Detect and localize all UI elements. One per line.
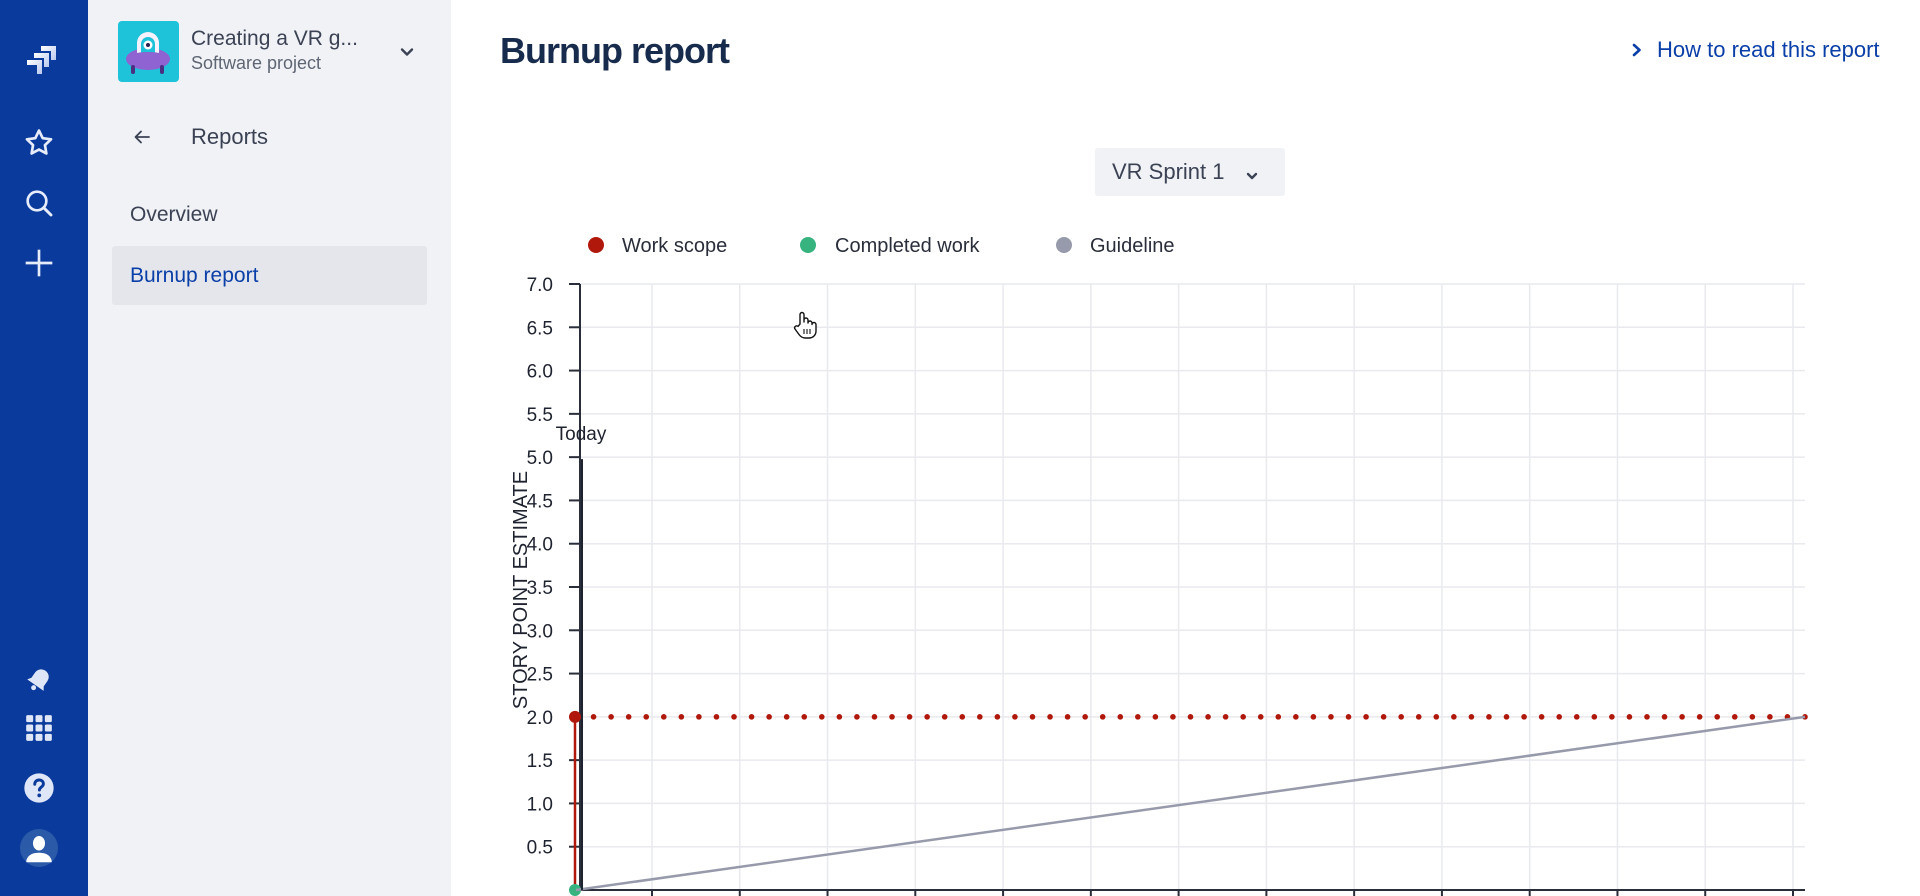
app-switcher-icon[interactable]: [19, 708, 59, 748]
mouse-cursor-hand-icon: [792, 310, 818, 345]
project-type: Software project: [191, 53, 322, 73]
sidebar-item-overview[interactable]: Overview: [112, 185, 427, 244]
sprint-select[interactable]: VR Sprint 1: [1095, 148, 1285, 196]
back-arrow-icon[interactable]: [128, 123, 156, 151]
project-menu-chevron-down-icon[interactable]: [393, 38, 421, 66]
how-to-read-link[interactable]: How to read this report: [1631, 37, 1880, 63]
project-name[interactable]: Creating a VR g...: [191, 27, 358, 51]
chevron-down-icon: [1244, 164, 1260, 190]
global-navigation: [0, 0, 88, 896]
sprint-select-value: VR Sprint 1: [1112, 159, 1225, 184]
section-title: Reports: [191, 124, 269, 149]
sidebar-item-label: Burnup report: [130, 263, 259, 287]
notifications-icon[interactable]: [19, 660, 59, 700]
page-title: Burnup report: [500, 30, 730, 71]
project-sidebar: Creating a VR g... Software project Repo…: [88, 0, 451, 896]
how-to-read-label: How to read this report: [1657, 37, 1880, 62]
search-icon[interactable]: [19, 183, 59, 223]
chevron-right-icon: [1631, 43, 1645, 57]
sidebar-item-label: Overview: [130, 202, 218, 226]
jira-logo-icon[interactable]: [19, 40, 59, 80]
main-content: Burnup report How to read this report VR…: [451, 0, 1920, 896]
help-icon[interactable]: [19, 768, 59, 808]
starred-icon[interactable]: [19, 123, 59, 163]
sidebar-item-burnup-report[interactable]: Burnup report: [112, 246, 427, 305]
project-avatar[interactable]: [118, 21, 179, 82]
create-icon[interactable]: [19, 243, 59, 283]
profile-icon[interactable]: [19, 828, 59, 868]
